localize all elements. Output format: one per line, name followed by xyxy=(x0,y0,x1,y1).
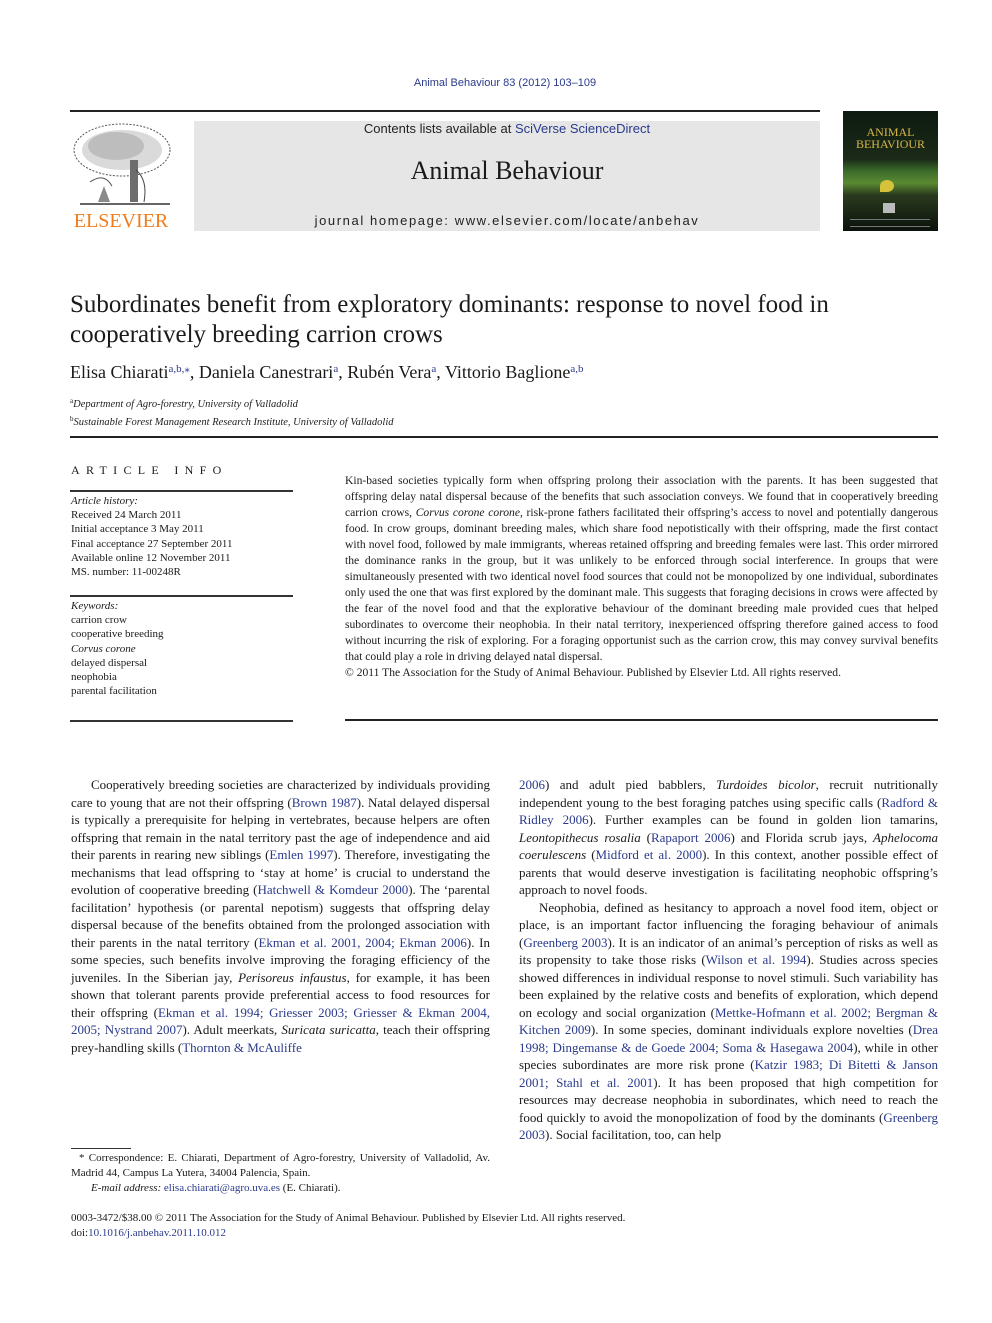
history-item: MS. number: 11-00248R xyxy=(71,566,181,579)
body-text: ). Further examples can be found in gold… xyxy=(588,812,939,827)
abstract: Kin-based societies typically form when … xyxy=(345,473,938,681)
citation-link[interactable]: Midford et al. 2000 xyxy=(596,847,703,862)
article-info-heading: ARTICLE INFO xyxy=(71,463,228,477)
contents-line: Contents lists available at SciVerse Sci… xyxy=(194,121,820,136)
body-paragraph: Neophobia, defined as hesitancy to appro… xyxy=(519,899,938,1144)
journal-name: Animal Behaviour xyxy=(410,156,604,185)
doi-link[interactable]: 10.1016/j.anbehav.2011.10.012 xyxy=(88,1227,226,1239)
citation-link[interactable]: Greenberg 2003 xyxy=(523,935,607,950)
email-label: E-mail address: xyxy=(91,1182,162,1194)
citation-link[interactable]: Hatchwell & Komdeur 2000 xyxy=(257,882,408,897)
cover-title-line2: BEHAVIOUR xyxy=(855,137,926,151)
citation-link[interactable]: Brown 1987 xyxy=(292,795,357,810)
affiliation-item: bSustainable Forest Management Research … xyxy=(70,412,670,430)
cover-leaf-icon xyxy=(880,180,894,192)
keywords-label: Keywords: xyxy=(71,600,119,612)
abstract-rule xyxy=(345,719,938,721)
body-text: ). Adult meerkats, xyxy=(182,1022,282,1037)
abstract-text-2: , risk-prone fathers facilitated their o… xyxy=(345,506,938,663)
keyword-item: Corvus corone xyxy=(71,642,136,655)
cover-title: ANIMAL BEHAVIOUR xyxy=(843,126,938,150)
body-column-left: Cooperatively breeding societies are cha… xyxy=(71,776,490,1056)
body-column-right: 2006) and adult pied babblers, Turdoides… xyxy=(519,776,938,1144)
author-list: Elisa Chiaratia,b,⁎, Daniela Canestrari a… xyxy=(70,362,930,383)
article-history: Article history: Received 24 March 2011 I… xyxy=(71,494,291,579)
species-name: Leontopithecus rosalia xyxy=(519,829,641,845)
keyword-list: carrion crow cooperative breeding Corvus c… xyxy=(71,613,291,698)
elsevier-wordmark: ELSEVIER xyxy=(73,210,169,232)
body-text: ). Social facilitation, too, can help xyxy=(545,1127,722,1142)
keyword-item: cooperative breeding xyxy=(71,628,164,641)
body-paragraph: 2006) and adult pied babblers, Turdoides… xyxy=(519,776,938,899)
contents-prefix: Contents lists available at xyxy=(363,121,515,136)
affiliation-text: Sustainable Forest Management Research I… xyxy=(73,417,394,428)
body-text: ). In some species, dominant individuals… xyxy=(590,1022,913,1037)
body-text: ( xyxy=(586,847,596,862)
journal-homepage: journal homepage: www.elsevier.com/locat… xyxy=(194,213,820,228)
keyword-item: delayed dispersal xyxy=(71,656,148,669)
issn-line: 0003-3472/$38.00 © 2011 The Association … xyxy=(71,1212,626,1224)
body-text: ) and Florida scrub jays, xyxy=(730,829,874,845)
species-name: Suricata suricatta xyxy=(281,1022,376,1037)
homepage-url-link[interactable]: www.elsevier.com/locate/anbehav xyxy=(455,213,700,228)
species-name: Perisoreus infaustus xyxy=(238,969,347,985)
citation-link[interactable]: 2006 xyxy=(519,777,545,792)
footnote: * Correspondence: E. Chiarati, Departmen… xyxy=(71,1151,490,1196)
author-name[interactable]: Elisa Chiarati xyxy=(70,362,168,382)
cover-publisher-badge-icon xyxy=(883,203,895,213)
author-separator: , xyxy=(189,362,199,382)
history-item: Initial acceptance 3 May 2011 xyxy=(71,523,204,536)
body-text: ) and adult pied babblers, xyxy=(545,777,717,792)
citation-link[interactable]: Wilson et al. 1994 xyxy=(706,952,807,967)
header-rule xyxy=(70,110,820,112)
keywords-block: Keywords: carrion crow cooperative breedi… xyxy=(71,599,291,698)
author-name[interactable]: Daniela Canestrari xyxy=(199,362,333,382)
species-name: Turdoides bicolor xyxy=(716,777,816,792)
author-separator: , xyxy=(436,362,445,382)
author-separator: , xyxy=(338,362,348,382)
keyword-item: parental facilitation xyxy=(71,685,157,698)
citation-link[interactable]: Ekman et al. 2001, 2004; Ekman 2006 xyxy=(258,935,466,950)
author-name[interactable]: Rubén Vera xyxy=(347,362,431,382)
author-affiliation-marks[interactable]: a,b xyxy=(570,363,583,375)
citation-link[interactable]: Emlen 1997 xyxy=(269,847,333,862)
title-rule xyxy=(70,436,938,438)
footnote-correspondence: Correspondence: E. Chiarati, Department … xyxy=(71,1152,490,1179)
citation-link[interactable]: Rapaport 2006 xyxy=(651,830,731,845)
info-rule-bottom xyxy=(70,720,293,722)
affiliations: aDepartment of Agro-forestry, University… xyxy=(70,394,670,430)
abstract-species: Corvus corone corone xyxy=(415,506,520,519)
keyword-item: carrion crow xyxy=(71,614,127,627)
cover-footer-text xyxy=(850,219,930,227)
author-affiliation-marks[interactable]: a,b,⁎ xyxy=(168,363,189,375)
article-title: Subordinates benefit from exploratory do… xyxy=(70,291,829,348)
history-list: Received 24 March 2011 Initial acceptance… xyxy=(71,508,291,579)
affiliation-text: Department of Agro-forestry, University … xyxy=(73,399,298,410)
footnote-rule xyxy=(71,1148,131,1149)
abstract-copyright: © 2011 The Association for the Study of … xyxy=(345,666,842,679)
info-rule-mid xyxy=(70,595,293,597)
history-item: Final acceptance 27 September 2011 xyxy=(71,537,233,550)
history-label: Article history: xyxy=(71,495,138,507)
history-item: Received 24 March 2011 xyxy=(71,509,182,522)
author-name[interactable]: Vittorio Baglione xyxy=(445,362,570,382)
keyword-item: neophobia xyxy=(71,671,117,684)
journal-citation-link[interactable]: Animal Behaviour 83 (2012) 103–109 xyxy=(0,77,992,89)
bottom-meta: 0003-3472/$38.00 © 2011 The Association … xyxy=(71,1211,871,1241)
info-rule-top xyxy=(70,490,293,492)
sciencedirect-link[interactable]: SciVerse ScienceDirect xyxy=(515,121,650,136)
homepage-prefix: journal homepage: xyxy=(314,213,455,228)
email-suffix: (E. Chiarati). xyxy=(280,1182,341,1194)
body-paragraph: Cooperatively breeding societies are cha… xyxy=(71,776,490,1056)
history-item: Available online 12 November 2011 xyxy=(71,551,231,564)
affiliation-item: aDepartment of Agro-forestry, University… xyxy=(70,394,670,412)
email-link[interactable]: elisa.chiarati@agro.uva.es xyxy=(164,1182,280,1194)
doi-label: doi: xyxy=(71,1227,89,1239)
citation-link[interactable]: Thornton & McAuliffe xyxy=(182,1040,302,1055)
body-text: ( xyxy=(640,829,651,845)
